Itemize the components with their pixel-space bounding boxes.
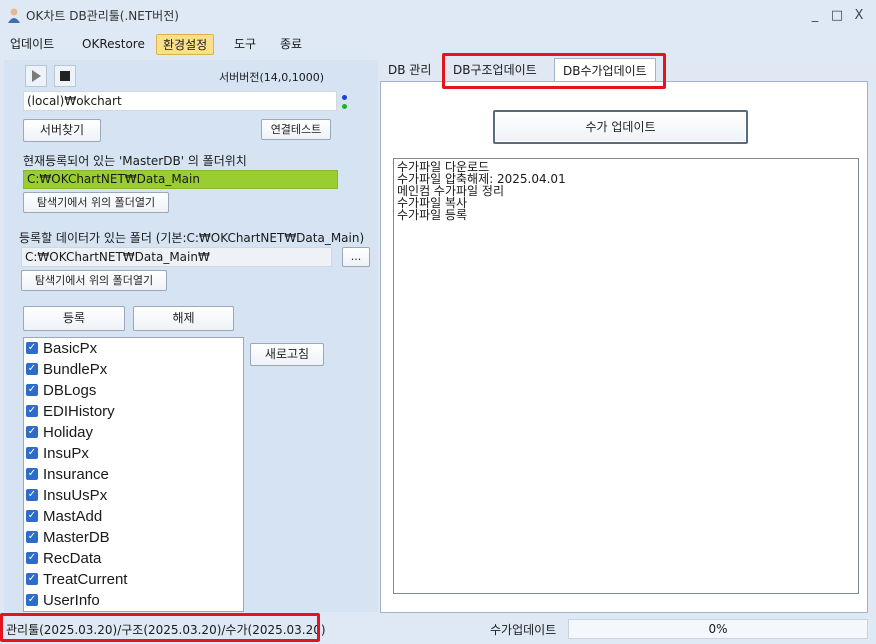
checkbox-checked-icon[interactable]: ✓ [26, 384, 38, 397]
log-line: 수가파일 등록 [397, 208, 468, 222]
status-dot-blue [342, 95, 347, 100]
list-item[interactable]: ✓ Holiday [26, 422, 93, 443]
annotation-box-tabs [442, 53, 666, 89]
data-folder-label: 등록할 데이터가 있는 폴더 (기본:C:₩OKChartNET₩Data_Ma… [19, 231, 365, 245]
list-item[interactable]: ✓ MasterDB [26, 527, 110, 548]
refresh-button[interactable]: 새로고침 [250, 343, 324, 366]
checkbox-checked-icon[interactable]: ✓ [26, 531, 38, 544]
db-checklist: ✓ BasicPx ✓ BundlePx ✓ DBLogs ✓ EDIHistory ✓… [23, 337, 244, 612]
minimize-button[interactable]: _ [804, 6, 826, 26]
server-instance-field[interactable]: (local)₩okchart [23, 91, 337, 111]
master-db-label: 현재등록되어 있는 'MasterDB' 의 폴더위치 [23, 154, 247, 168]
fee-update-button[interactable]: 수가 업데이트 [493, 110, 748, 144]
annotation-box-status [0, 613, 320, 642]
status-dot-green [342, 104, 347, 109]
open-data-folder-button[interactable]: 탐색기에서 위의 폴더열기 [21, 270, 167, 291]
list-item[interactable]: ✓ RecData [26, 548, 101, 569]
unregister-button[interactable]: 해제 [133, 306, 234, 331]
maximize-button[interactable]: □ [826, 6, 848, 26]
find-server-button[interactable]: 서버찾기 [23, 119, 101, 142]
play-button[interactable] [25, 65, 47, 87]
data-folder-path-field[interactable]: C:₩OKChartNET₩Data_Main₩ [21, 247, 332, 267]
list-item[interactable]: ✓ InsuUsPx [26, 485, 107, 506]
title-bar: OK차트 DB관리툴(.NET버전) _ □ X [0, 0, 876, 31]
register-button[interactable]: 등록 [23, 306, 125, 331]
menu-okrestore[interactable]: OKRestore [76, 34, 151, 55]
list-item[interactable]: ✓ Insurance [26, 464, 109, 485]
window-title: OK차트 DB관리툴(.NET버전) [26, 9, 179, 23]
close-button[interactable]: X [848, 6, 870, 26]
checkbox-checked-icon[interactable]: ✓ [26, 594, 38, 607]
checkbox-checked-icon[interactable]: ✓ [26, 510, 38, 523]
menu-bar: 업데이트 OKRestore 환경설정 도구 종료 [0, 31, 876, 57]
app-user-icon [8, 8, 20, 23]
checkbox-checked-icon[interactable]: ✓ [26, 552, 38, 565]
checkbox-checked-icon[interactable]: ✓ [26, 447, 38, 460]
list-item[interactable]: ✓ MastAdd [26, 506, 102, 527]
checkbox-checked-icon[interactable]: ✓ [26, 342, 38, 355]
tab-db-manage[interactable]: DB 관리 [380, 58, 439, 82]
list-item[interactable]: ✓ BasicPx [26, 338, 97, 359]
list-item[interactable]: ✓ EDIHistory [26, 401, 115, 422]
status-task-text: 수가업데이트 [490, 623, 557, 637]
menu-update[interactable]: 업데이트 [4, 34, 60, 55]
checkbox-checked-icon[interactable]: ✓ [26, 573, 38, 586]
checkbox-checked-icon[interactable]: ✓ [26, 405, 38, 418]
list-item[interactable]: ✓ InsuPx [26, 443, 89, 464]
open-master-folder-button[interactable]: 탐색기에서 위의 폴더열기 [23, 192, 169, 213]
menu-exit[interactable]: 종료 [274, 34, 308, 55]
master-db-path-field: C:₩OKChartNET₩Data_Main [23, 170, 338, 189]
stop-button[interactable] [54, 65, 76, 87]
browse-folder-button[interactable]: ... [342, 247, 370, 267]
menu-settings[interactable]: 환경설정 [156, 34, 215, 55]
checkbox-checked-icon[interactable]: ✓ [26, 363, 38, 376]
list-item[interactable]: ✓ BundlePx [26, 359, 107, 380]
list-item[interactable]: ✓ UserInfo [26, 590, 100, 611]
menu-tools[interactable]: 도구 [228, 34, 262, 55]
play-icon [32, 70, 41, 82]
checkbox-checked-icon[interactable]: ✓ [26, 489, 38, 502]
list-item[interactable]: ✓ TreatCurrent [26, 569, 127, 590]
checkbox-checked-icon[interactable]: ✓ [26, 468, 38, 481]
stop-icon [60, 71, 70, 81]
fee-update-log: 수가파일 다운로드 수가파일 압축해제: 2025.04.01 메인컴 수가파일 정… [393, 158, 859, 594]
checkbox-checked-icon[interactable]: ✓ [26, 426, 38, 439]
test-connection-button[interactable]: 연결테스트 [261, 119, 331, 140]
server-version-label: 서버버전(14,0,1000) [219, 71, 325, 84]
progress-bar: 0% [568, 619, 868, 639]
list-item[interactable]: ✓ DBLogs [26, 380, 96, 401]
